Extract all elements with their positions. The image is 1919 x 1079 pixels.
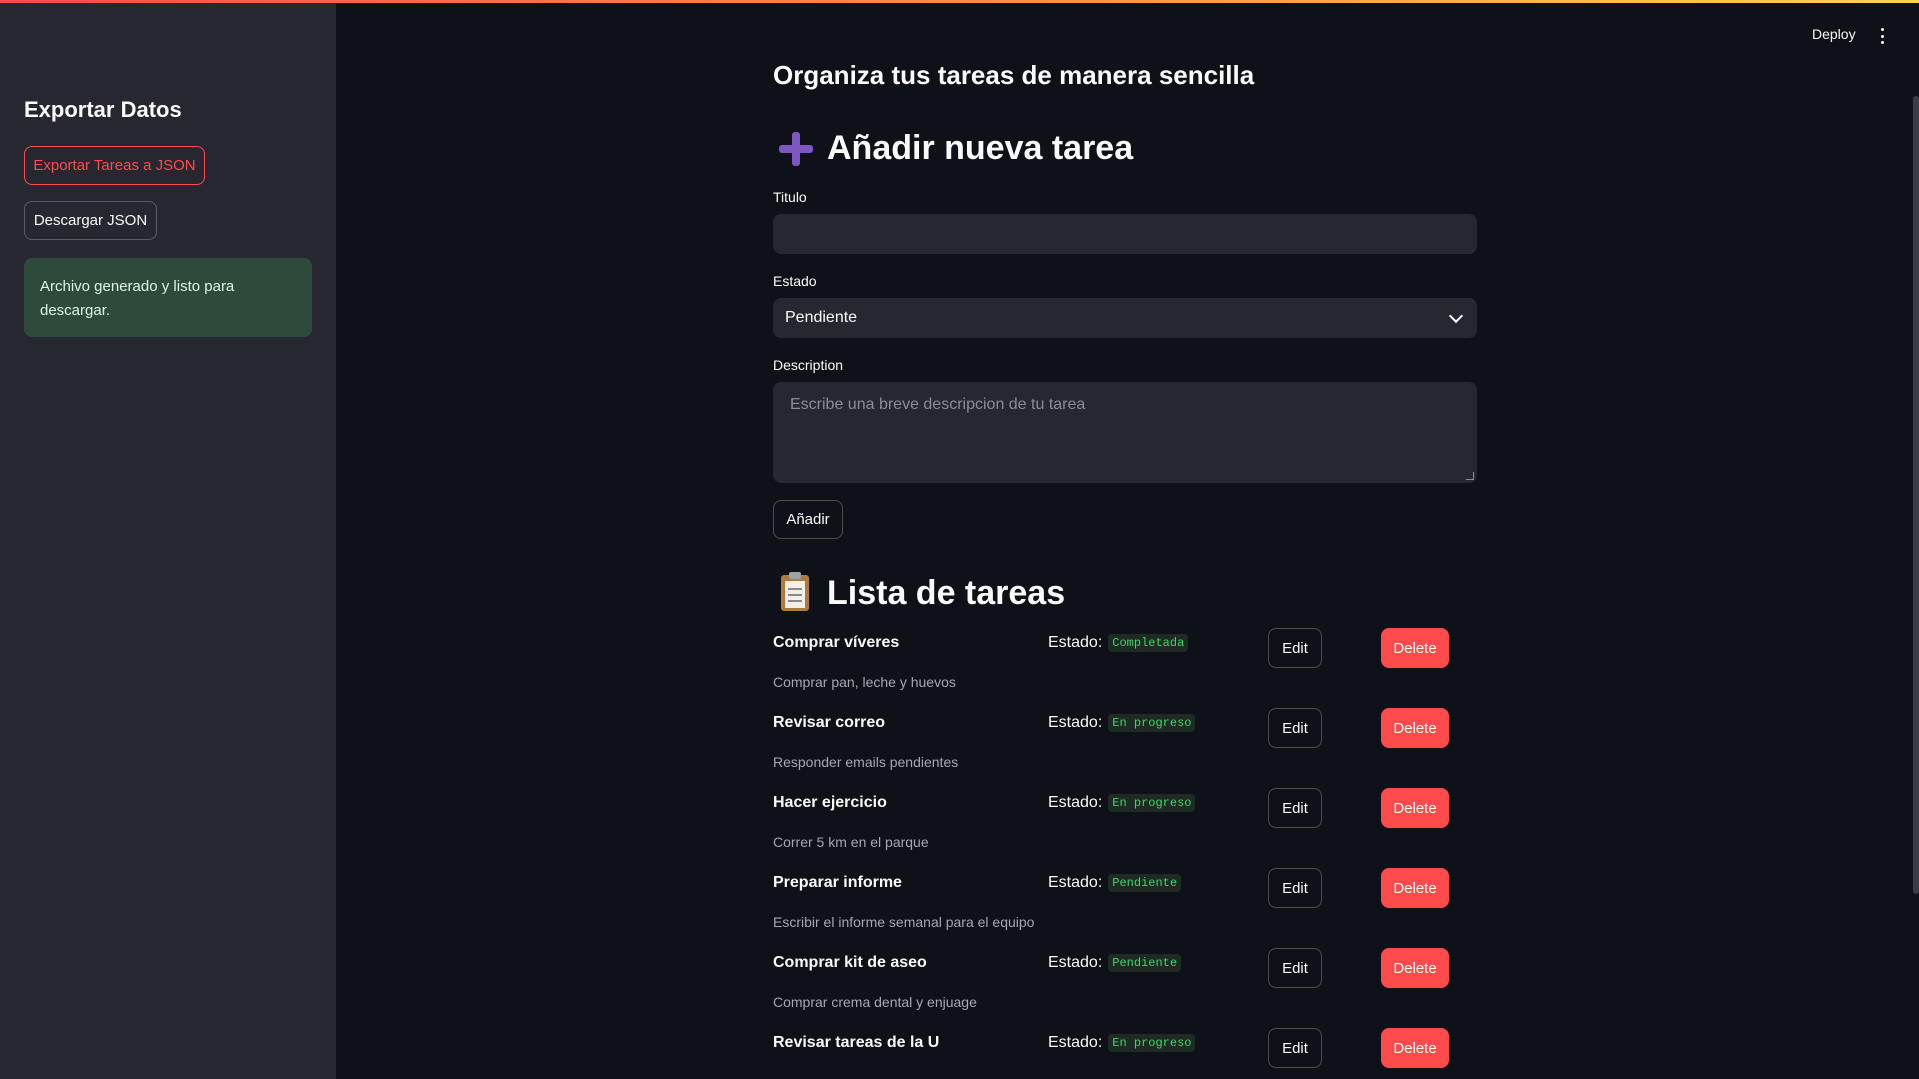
export-json-button[interactable]: Exportar Tareas a JSON <box>24 146 205 185</box>
delete-button[interactable]: Delete <box>1381 708 1449 748</box>
top-decoration-bar <box>0 0 1919 3</box>
description-textarea[interactable]: Escribe una breve descripcion de tu tare… <box>773 382 1477 483</box>
edit-button[interactable]: Edit <box>1268 788 1322 828</box>
vertical-dots-icon[interactable] <box>1876 25 1888 47</box>
delete-button[interactable]: Delete <box>1381 868 1449 908</box>
chevron-down-icon <box>1448 308 1464 323</box>
status-badge: Completada <box>1108 634 1189 652</box>
delete-button[interactable]: Delete <box>1381 788 1449 828</box>
scrollbar[interactable] <box>1913 96 1919 894</box>
task-row: Preparar informe Estado: Pendiente Edit D… <box>773 868 1477 954</box>
status-badge: Pendiente <box>1108 874 1182 892</box>
task-row: Revisar tareas de la U Estado: En progres… <box>773 1028 1477 1074</box>
plus-icon <box>773 126 817 170</box>
deploy-button[interactable]: Deploy <box>1812 26 1856 42</box>
task-description: Responder emails pendientes <box>773 754 959 770</box>
status-badge: En progreso <box>1108 794 1196 812</box>
task-description: Comprar crema dental y enjuage <box>773 994 977 1010</box>
task-list-title: Lista de tareas <box>827 573 1066 612</box>
edit-button[interactable]: Edit <box>1268 868 1322 908</box>
task-title: Revisar tareas de la U <box>773 1034 940 1051</box>
status-badge: Pendiente <box>1108 954 1182 972</box>
status-select-value: Pendiente <box>785 309 858 326</box>
task-description: Escribir el informe semanal para el equi… <box>773 914 1035 930</box>
task-status: Estado: Completada <box>1048 634 1189 652</box>
sidebar-title: Exportar Datos <box>24 97 182 122</box>
task-description: Comprar pan, leche y huevos <box>773 674 956 690</box>
status-select[interactable]: Pendiente <box>773 298 1477 338</box>
title-input[interactable] <box>773 214 1477 254</box>
delete-button[interactable]: Delete <box>1381 1028 1449 1068</box>
task-row: Hacer ejercicio Estado: En progreso Edit … <box>773 788 1477 874</box>
edit-button[interactable]: Edit <box>1268 708 1322 748</box>
task-row: Comprar víveres Estado: Completada Edit D… <box>773 628 1477 714</box>
description-label: Description <box>773 357 844 373</box>
add-task-heading: Añadir nueva tarea <box>773 126 1133 170</box>
task-title: Comprar víveres <box>773 634 900 651</box>
delete-button[interactable]: Delete <box>1381 628 1449 668</box>
task-title: Revisar correo <box>773 714 886 731</box>
delete-button[interactable]: Delete <box>1381 948 1449 988</box>
task-status: Estado: En progreso <box>1048 1034 1196 1052</box>
clipboard-icon <box>773 571 817 615</box>
status-badge: En progreso <box>1108 1034 1196 1052</box>
success-alert: Archivo generado y listo para descargar. <box>24 258 312 337</box>
resize-handle-icon[interactable] <box>1466 472 1474 480</box>
edit-button[interactable]: Edit <box>1268 948 1322 988</box>
description-placeholder: Escribe una breve descripcion de tu tare… <box>790 396 1086 413</box>
task-status: Estado: Pendiente <box>1048 954 1182 972</box>
status-badge: En progreso <box>1108 714 1196 732</box>
task-row: Comprar kit de aseo Estado: Pendiente Edi… <box>773 948 1477 1034</box>
task-title: Hacer ejercicio <box>773 794 887 811</box>
task-description: Correr 5 km en el parque <box>773 834 929 850</box>
edit-button[interactable]: Edit <box>1268 1028 1322 1068</box>
status-label: Estado <box>773 273 817 289</box>
task-title: Comprar kit de aseo <box>773 954 927 971</box>
sidebar: Exportar Datos Exportar Tareas a JSON De… <box>0 0 336 1079</box>
download-json-button[interactable]: Descargar JSON <box>24 201 157 240</box>
task-status: Estado: Pendiente <box>1048 874 1182 892</box>
edit-button[interactable]: Edit <box>1268 628 1322 668</box>
add-task-title: Añadir nueva tarea <box>827 128 1134 167</box>
task-row: Revisar correo Estado: En progreso Edit D… <box>773 708 1477 794</box>
page-subtitle: Organiza tus tareas de manera sencilla <box>773 60 1255 90</box>
task-status: Estado: En progreso <box>1048 714 1196 732</box>
task-status: Estado: En progreso <box>1048 794 1196 812</box>
add-task-button[interactable]: Añadir <box>773 500 843 539</box>
title-label: Titulo <box>773 189 807 205</box>
task-title: Preparar informe <box>773 874 902 891</box>
task-list-heading: Lista de tareas <box>773 571 1065 615</box>
